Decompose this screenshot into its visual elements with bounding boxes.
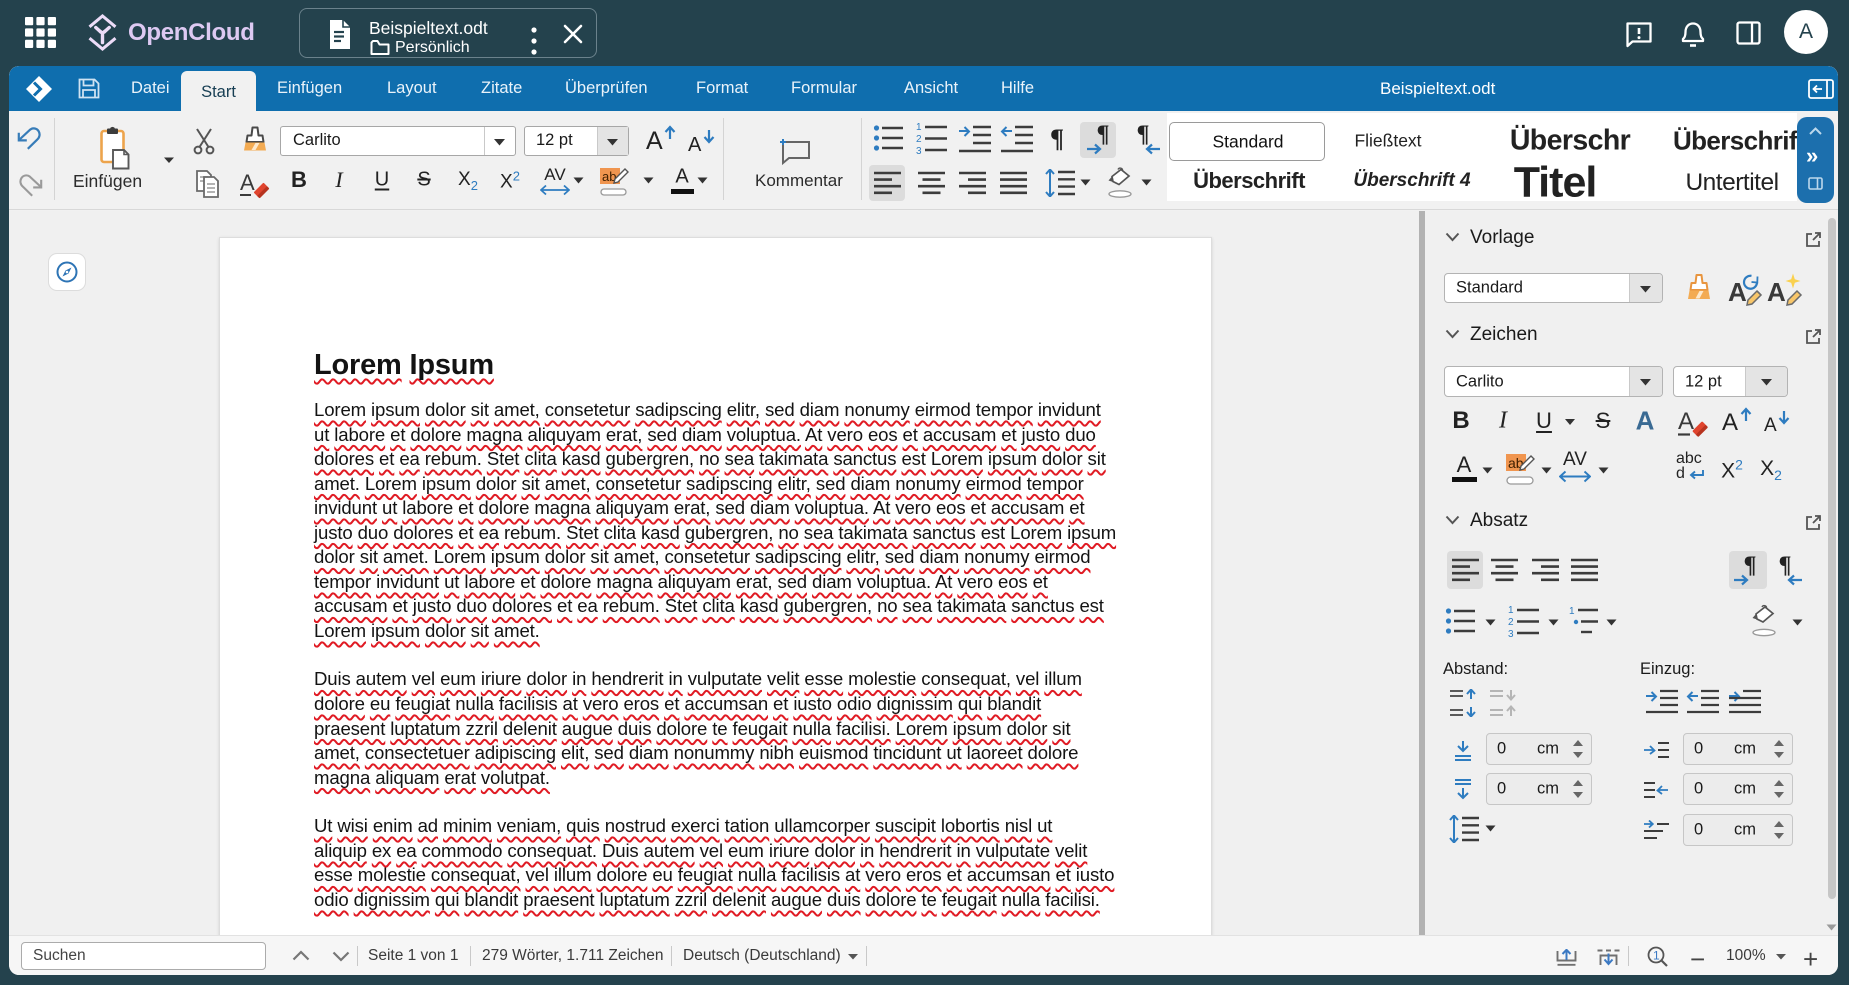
svg-text:1: 1 [1508, 605, 1514, 616]
svg-text:A: A [1767, 277, 1786, 306]
svg-text:1: 1 [1653, 949, 1660, 963]
svg-text:A: A [240, 170, 255, 195]
svg-text:1: 1 [916, 122, 922, 133]
svg-text:A: A [1678, 408, 1694, 435]
svg-text:3: 3 [1508, 629, 1514, 639]
svg-text:1: 1 [1569, 606, 1575, 617]
svg-text:2: 2 [916, 134, 922, 145]
svg-text:3: 3 [916, 146, 922, 156]
svg-text:2: 2 [1508, 617, 1514, 628]
